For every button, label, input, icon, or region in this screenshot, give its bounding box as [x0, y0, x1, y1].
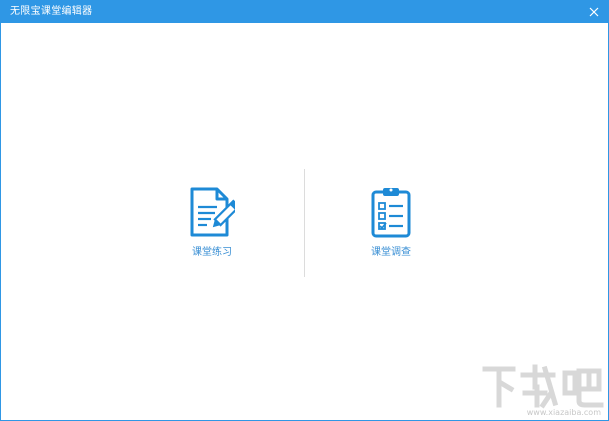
classroom-survey-card[interactable]: 课堂调查 [341, 181, 441, 271]
window-title: 无限宝课堂编辑器 [10, 6, 93, 17]
clipboard-checklist-icon [371, 188, 411, 238]
close-button[interactable] [586, 4, 602, 20]
watermark-url: www.xiazaiba.com [526, 408, 601, 417]
editor-window: 无限宝课堂编辑器 课堂练习 课堂调查 www.xiazaiba.com [0, 0, 609, 421]
card-divider [304, 169, 305, 277]
classroom-survey-label: 课堂调查 [371, 247, 411, 258]
classroom-exercise-label: 课堂练习 [192, 247, 232, 258]
classroom-exercise-card[interactable]: 课堂练习 [162, 181, 262, 271]
document-pencil-icon [190, 187, 235, 237]
title-bar: 无限宝课堂编辑器 [1, 1, 608, 23]
close-icon [589, 7, 599, 17]
watermark-logo: www.xiazaiba.com [479, 363, 605, 419]
